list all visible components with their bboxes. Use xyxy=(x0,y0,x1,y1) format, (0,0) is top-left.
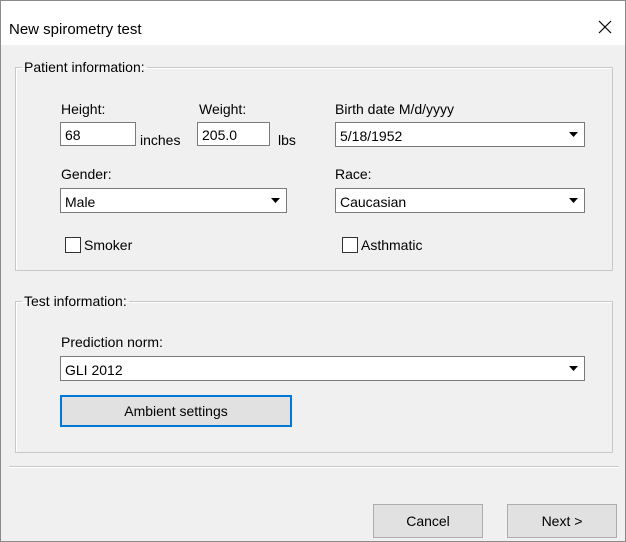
asthmatic-checkbox-row[interactable]: Asthmatic xyxy=(342,235,452,255)
weight-unit-label: lbs xyxy=(278,132,296,148)
gender-dropdown-arrow[interactable] xyxy=(264,189,286,212)
test-information-legend: Test information: xyxy=(24,293,127,309)
birth-date-dropdown-arrow[interactable] xyxy=(562,123,584,146)
ambient-settings-button[interactable]: Ambient settings xyxy=(60,395,292,427)
height-label: Height: xyxy=(61,101,106,117)
smoker-checkbox[interactable] xyxy=(65,237,81,253)
asthmatic-label: Asthmatic xyxy=(361,237,423,253)
patient-information-legend: Patient information: xyxy=(24,59,145,75)
weight-input[interactable]: 205.0 xyxy=(197,122,270,146)
prediction-norm-dropdown-arrow[interactable] xyxy=(562,357,584,380)
birth-date-value: 5/18/1952 xyxy=(340,128,403,144)
prediction-norm-label: Prediction norm: xyxy=(61,334,163,350)
chevron-down-icon xyxy=(568,366,578,371)
weight-label: Weight: xyxy=(199,101,247,117)
prediction-norm-dropdown[interactable]: GLI 2012 xyxy=(60,356,585,381)
birth-date-dropdown[interactable]: 5/18/1952 xyxy=(335,122,585,147)
close-icon xyxy=(598,20,612,34)
asthmatic-checkbox[interactable] xyxy=(342,237,358,253)
cancel-button[interactable]: Cancel xyxy=(373,504,483,538)
gender-value: Male xyxy=(65,194,96,210)
prediction-norm-value: GLI 2012 xyxy=(65,362,123,378)
chevron-down-icon xyxy=(568,132,578,137)
close-button[interactable] xyxy=(585,9,625,45)
dialog-window: New spirometry test Patient information:… xyxy=(0,0,626,542)
gender-dropdown[interactable]: Male xyxy=(60,188,287,213)
window-title: New spirometry test xyxy=(9,21,142,38)
race-dropdown[interactable]: Caucasian xyxy=(335,188,585,213)
chevron-down-icon xyxy=(568,198,578,203)
chevron-down-icon xyxy=(270,198,280,203)
race-label: Race: xyxy=(335,166,372,182)
smoker-label: Smoker xyxy=(84,237,133,253)
next-button[interactable]: Next > xyxy=(507,504,617,538)
footer-separator xyxy=(9,466,619,468)
race-value: Caucasian xyxy=(340,194,407,210)
title-bar: New spirometry test xyxy=(1,1,625,45)
gender-label: Gender: xyxy=(61,166,112,182)
race-dropdown-arrow[interactable] xyxy=(562,189,584,212)
height-input[interactable]: 68 xyxy=(60,122,136,146)
birth-date-label: Birth date M/d/yyyy xyxy=(335,101,455,117)
smoker-checkbox-row[interactable]: Smoker xyxy=(65,235,165,255)
height-unit-label: inches xyxy=(140,132,181,148)
